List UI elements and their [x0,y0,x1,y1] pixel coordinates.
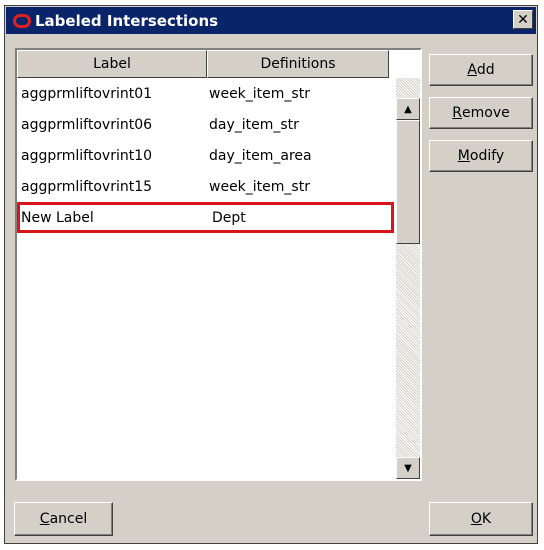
ok-mnemonic: O [470,511,482,527]
column-header-definitions[interactable]: Definitions [207,50,389,78]
table-row[interactable]: aggprmliftovrint06 day_item_str [17,109,392,140]
row-definition[interactable]: day_item_str [201,117,299,133]
remove-label-rest: emove [462,105,510,121]
row-label[interactable]: aggprmliftovrint06 [17,117,201,133]
arrow-up-icon: ▲ [404,103,412,115]
row-definition[interactable]: week_item_str [201,86,310,102]
cancel-button[interactable]: Cancel [14,502,113,536]
scroll-thumb[interactable] [396,120,420,244]
title-bar: Labeled Intersections ✕ [6,7,536,34]
ok-button[interactable]: OK [429,502,533,536]
row-definition[interactable]: Dept [204,210,246,226]
dialog-title: Labeled Intersections [35,11,219,30]
table-row[interactable]: aggprmliftovrint10 day_item_area [17,140,392,171]
row-label[interactable]: aggprmliftovrint15 [17,179,201,195]
row-label[interactable]: aggprmliftovrint01 [17,86,201,102]
grid-rows: aggprmliftovrint01 week_item_str aggprml… [17,78,394,233]
arrow-down-icon: ▼ [404,462,412,474]
labeled-intersections-dialog: Labeled Intersections ✕ Label Definition… [4,5,538,544]
scroll-down-button[interactable]: ▼ [396,457,420,479]
modify-label-rest: odify [469,148,505,164]
column-header-label[interactable]: Label [17,50,207,78]
remove-button[interactable]: Remove [429,97,533,129]
scroll-up-button[interactable]: ▲ [396,98,420,120]
ok-label-rest: K [481,511,492,527]
modify-mnemonic: M [457,148,470,164]
cancel-label-rest: ancel [49,511,88,527]
modify-button[interactable]: Modify [429,140,533,172]
add-label-rest: dd [476,62,495,78]
intersections-grid: Label Definitions aggprmliftovrint01 wee… [15,48,422,481]
table-row-selected[interactable]: New Label Dept [17,202,394,233]
cancel-mnemonic: C [39,511,50,527]
row-label[interactable]: New Label [20,210,204,226]
add-mnemonic: A [467,62,477,78]
row-label[interactable]: aggprmliftovrint10 [17,148,201,164]
add-button[interactable]: Add [429,54,533,86]
table-row[interactable]: aggprmliftovrint01 week_item_str [17,78,392,109]
grid-header: Label Definitions [17,50,389,78]
table-row[interactable]: aggprmliftovrint15 week_item_str [17,171,392,202]
oracle-logo-icon [13,13,31,28]
row-definition[interactable]: week_item_str [201,179,310,195]
vertical-scrollbar[interactable]: ▲ ▼ [396,78,420,479]
remove-mnemonic: R [452,105,462,121]
close-button[interactable]: ✕ [513,10,533,29]
close-icon: ✕ [517,11,529,28]
row-definition[interactable]: day_item_area [201,148,312,164]
